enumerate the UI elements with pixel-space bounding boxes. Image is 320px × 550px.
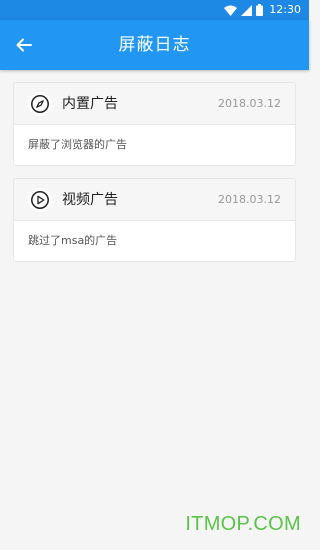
log-type-icon-wrapper <box>28 188 52 212</box>
log-date: 2018.03.12 <box>218 193 281 206</box>
battery-icon <box>256 4 264 16</box>
log-card-header: 内置广告 2018.03.12 <box>14 83 295 125</box>
log-card[interactable]: 内置广告 2018.03.12 屏蔽了浏览器的广告 <box>13 82 296 166</box>
status-icons: 12:30 <box>224 3 301 17</box>
status-bar: 12:30 <box>0 0 309 20</box>
status-time: 12:30 <box>269 3 301 16</box>
watermark: ITMOP.COM <box>185 513 301 535</box>
wifi-icon <box>224 5 238 16</box>
play-icon <box>31 191 49 209</box>
app-bar: 屏蔽日志 <box>0 20 309 70</box>
log-type-icon-wrapper <box>28 92 52 116</box>
log-title: 视频广告 <box>62 192 118 208</box>
log-title: 内置广告 <box>62 96 118 112</box>
compass-icon <box>31 95 49 113</box>
log-description: 屏蔽了浏览器的广告 <box>28 138 127 151</box>
log-card[interactable]: 视频广告 2018.03.12 跳过了msa的广告 <box>13 178 296 262</box>
log-date: 2018.03.12 <box>218 97 281 110</box>
page-title: 屏蔽日志 <box>118 35 191 55</box>
log-description: 跳过了msa的广告 <box>28 234 118 247</box>
signal-icon <box>241 4 253 16</box>
log-card-header: 视频广告 2018.03.12 <box>14 179 295 221</box>
